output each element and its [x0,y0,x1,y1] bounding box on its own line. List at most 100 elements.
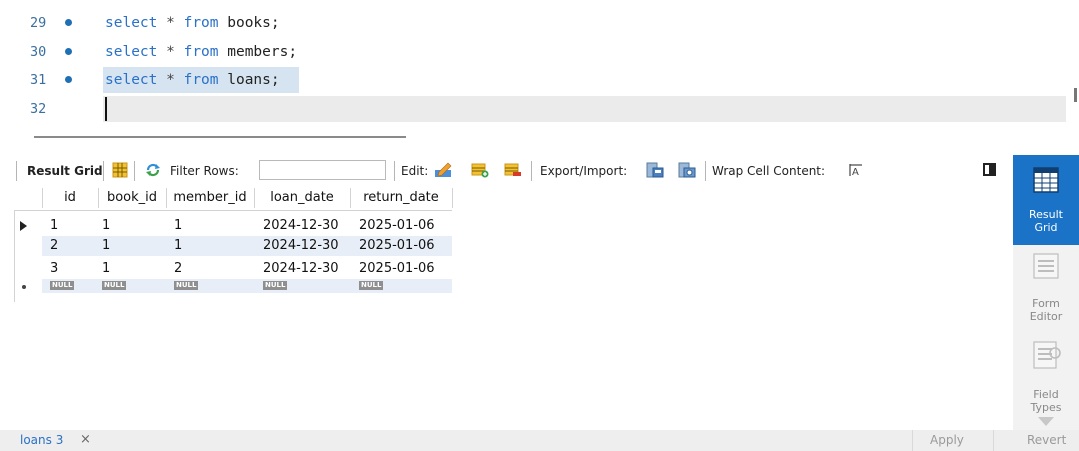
table-cell[interactable]: 1 [102,259,110,279]
editor-line[interactable]: 29 select * from books; [0,8,1070,38]
table-cell[interactable]: 2 [174,259,182,279]
column-header[interactable]: return_date [350,188,453,208]
column-header[interactable]: member_id [166,188,255,208]
table-cell[interactable]: NULL [174,279,199,293]
side-label: Field [1033,388,1059,401]
import-icon[interactable] [678,162,696,178]
table-cell[interactable]: 2024-12-30 [263,236,339,256]
revert-button[interactable]: Revert [1027,433,1066,447]
editor-line[interactable]: 32 [0,94,1070,124]
table-cell[interactable]: 3 [50,259,58,279]
null-badge: NULL [359,281,384,290]
result-tab-loans[interactable]: loans 3 [20,433,63,447]
grid-header-row: id book_id member_id loan_date return_da… [14,188,453,211]
table-cell[interactable]: 1 [102,216,110,236]
line-number: 32 [30,101,47,117]
table-cell[interactable]: NULL [50,279,75,293]
toolbar-separator [705,161,706,181]
editor-line[interactable]: 31 select * from loans; [0,65,1070,95]
current-row-arrow-icon [20,221,27,231]
line-number: 29 [30,15,47,31]
close-icon[interactable]: × [80,432,91,447]
column-header[interactable]: book_id [98,188,167,208]
scroll-down-icon[interactable] [1038,417,1054,426]
column-header[interactable]: loan_date [254,188,351,208]
toolbar-separator [134,161,135,181]
code-text: select * from loans; [105,72,280,88]
statement-marker-icon [65,48,72,55]
table-cell[interactable]: 2 [50,236,58,256]
field-types-icon [1033,341,1061,369]
result-grid-view-button[interactable]: Result Grid [1013,155,1079,245]
text-caret [105,97,107,121]
table-cell[interactable]: 1 [102,236,110,256]
export-icon[interactable] [646,162,664,178]
edit-pencil-icon[interactable] [434,162,452,178]
edit-label: Edit: [401,164,429,178]
table-cell[interactable]: 2025-01-06 [359,236,435,256]
toolbar-separator [531,161,532,181]
side-label: Editor [1029,310,1063,323]
refresh-icon[interactable] [144,162,162,178]
toolbar-separator [394,161,395,181]
grid-layout-icon[interactable] [111,162,129,178]
statement-marker-icon [65,76,72,83]
add-row-icon[interactable] [471,162,489,178]
table-cell[interactable]: NULL [359,279,384,293]
code-text: select * from members; [105,44,298,60]
horizontal-scrollbar[interactable] [34,136,406,138]
wrap-cell-content-label: Wrap Cell Content: [712,164,826,178]
toolbar-separator [16,161,17,181]
table-row[interactable]: 3 1 2 2024-12-30 2025-01-06 [14,259,452,279]
column-header[interactable]: id [42,188,99,208]
sql-editor[interactable]: 29 select * from books; 30 select * from… [0,0,1079,130]
apply-button[interactable]: Apply [930,433,964,447]
table-cell[interactable]: NULL [102,279,127,293]
code-text: select * from books; [105,15,280,31]
side-label: Grid [1034,221,1058,234]
table-cell[interactable]: 2025-01-06 [359,259,435,279]
table-cell[interactable]: 1 [174,216,182,236]
null-badge: NULL [174,281,199,290]
table-cell[interactable]: 1 [50,216,58,236]
result-toolbar: Result Grid Filter Rows: Edit: Export/Im… [16,156,1006,186]
line-number: 31 [30,72,47,88]
bottom-separator [912,430,913,451]
side-label: Result [1029,208,1063,221]
result-grid-label[interactable]: Result Grid [27,163,103,179]
new-row-marker-icon [22,285,26,289]
bottom-separator [993,430,994,451]
svg-text:A: A [852,167,859,178]
table-row-new[interactable]: NULL NULL NULL NULL NULL [42,279,452,293]
null-badge: NULL [102,281,127,290]
filter-rows-input[interactable] [259,160,386,180]
export-import-label: Export/Import: [540,164,628,178]
side-panel: Result Grid Form Editor Field Types [1013,155,1079,435]
bottom-bar: loans 3 × Apply Revert [0,430,1079,451]
editor-line[interactable]: 30 select * from members; [0,37,1070,67]
delete-row-icon[interactable] [504,162,522,178]
table-row[interactable]: 1 1 1 2024-12-30 2025-01-06 [14,216,452,236]
grid-view-icon [1033,167,1059,193]
table-cell[interactable]: 1 [174,236,182,256]
toggle-side-panel-icon[interactable] [983,163,996,176]
form-editor-button[interactable]: Form Editor [1013,247,1079,327]
statement-marker-icon [65,19,72,26]
null-badge: NULL [50,281,75,290]
filter-rows-label: Filter Rows: [170,164,239,178]
table-cell[interactable]: NULL [263,279,288,293]
side-label: Form [1032,297,1060,310]
toolbar-separator [103,161,104,181]
side-label: Types [1030,401,1062,414]
table-cell[interactable]: 2025-01-06 [359,216,435,236]
field-types-button[interactable]: Field Types [1013,335,1079,435]
null-badge: NULL [263,281,288,290]
line-number: 30 [30,44,47,60]
wrap-text-icon[interactable]: A [849,162,863,178]
table-cell[interactable]: 2024-12-30 [263,259,339,279]
row-indicator-header [14,188,43,208]
editor-edge-marker [1074,88,1077,102]
form-editor-icon [1033,253,1059,279]
table-row[interactable]: 2 1 1 2024-12-30 2025-01-06 [42,236,452,256]
table-cell[interactable]: 2024-12-30 [263,216,339,236]
